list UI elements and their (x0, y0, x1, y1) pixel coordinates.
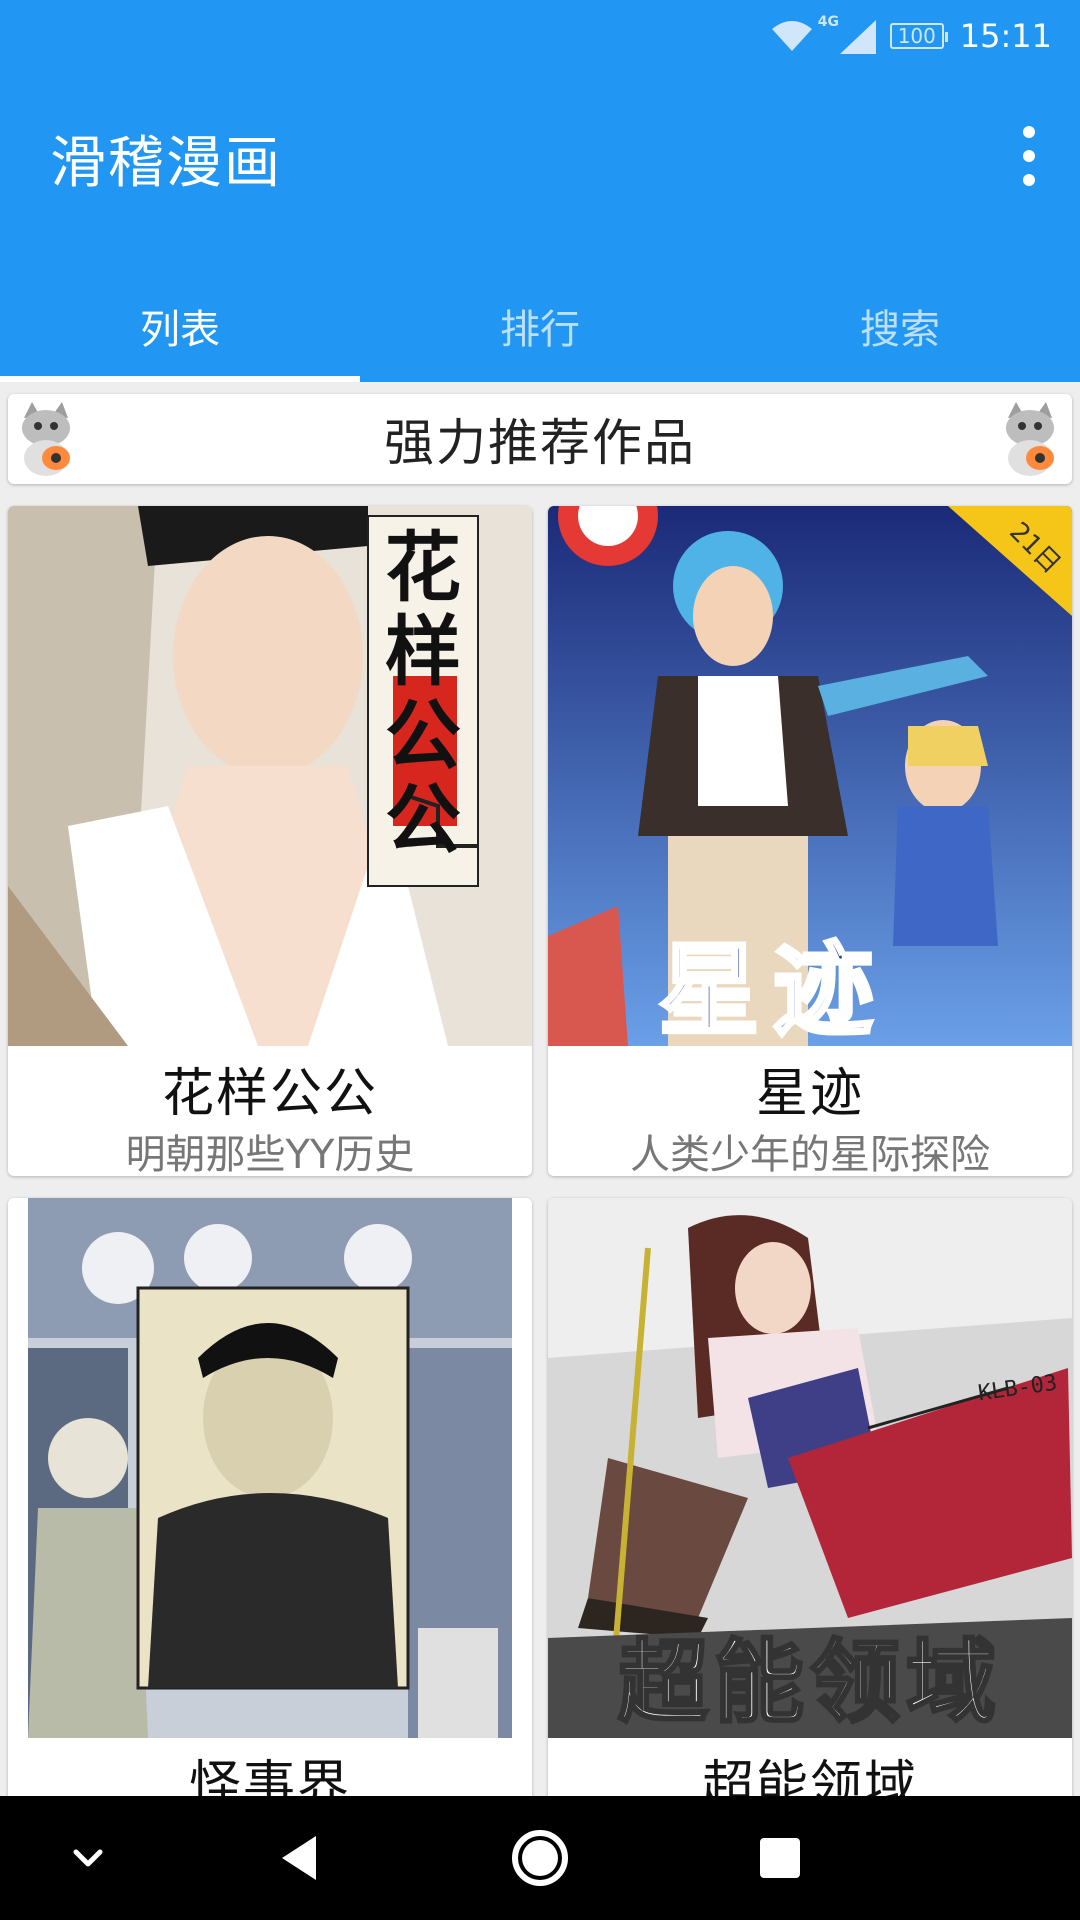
wifi-icon (771, 21, 812, 51)
tab-search[interactable]: 搜索 (720, 270, 1080, 382)
cat-mascot-icon (22, 402, 70, 476)
recents-square-icon[interactable] (750, 1828, 810, 1888)
comic-subtitle: 人类少年的星际探险 (630, 1132, 990, 1176)
comic-cover-image[interactable] (8, 1198, 532, 1738)
comic-card[interactable]: 花样公公 花样公公 明朝那些YY历史 (8, 506, 532, 1176)
cover-title-art: 超能领域 (617, 1629, 1002, 1737)
tab-list[interactable]: 列表 (0, 270, 360, 382)
cover-title-art: 花样公公 (385, 523, 461, 864)
comic-subtitle: 明朝那些YY历史 (125, 1132, 415, 1176)
comic-cover-image[interactable]: 星迹 21日 (548, 506, 1072, 1049)
recommend-banner: 强力推荐作品 (8, 394, 1072, 484)
battery-level: 100 (897, 24, 936, 48)
tab-ranking[interactable]: 排行 (360, 270, 720, 382)
comic-title: 花样公公 (161, 1064, 378, 1124)
comic-card[interactable]: KLB-03 超能领域 超能领域 (548, 1198, 1072, 1796)
comic-card[interactable]: 星迹 21日 星迹 人类少年的星际探险 (548, 506, 1072, 1176)
home-circle-icon[interactable] (510, 1828, 570, 1888)
screen: 4G 100 15:11 滑稽漫画 列表 排行 搜索 强力推荐作品 花样公公 花… (0, 0, 1080, 1920)
comic-card[interactable]: 怪事界 (8, 1198, 532, 1796)
navigation-bar (0, 1796, 1080, 1920)
comic-title: 超能领域 (701, 1756, 918, 1796)
chevron-down-icon[interactable] (58, 1828, 118, 1888)
app-bar: 4G 100 15:11 滑稽漫画 列表 排行 搜索 (0, 0, 1080, 382)
status-bar: 4G 100 15:11 (0, 0, 1080, 72)
cat-mascot-icon (1006, 402, 1054, 476)
battery-icon: 100 (889, 23, 948, 49)
cover-title-art: 星迹 (657, 932, 887, 1049)
comic-title: 星迹 (755, 1064, 864, 1124)
banner-title: 强力推荐作品 (384, 414, 696, 472)
comic-title: 怪事界 (188, 1756, 351, 1796)
tab-bar: 列表 排行 搜索 (0, 270, 1080, 382)
app-title: 滑稽漫画 (50, 131, 282, 196)
status-time: 15:11 (959, 17, 1052, 55)
comic-cover-image[interactable]: KLB-03 超能领域 (548, 1198, 1072, 1738)
more-vert-icon[interactable] (1012, 126, 1046, 186)
comic-list[interactable]: 强力推荐作品 花样公公 花样公公 明朝那些YY历史 星迹 21日 星迹 人类少年… (0, 382, 1080, 1796)
signal-icon: 4G (818, 14, 880, 56)
comic-cover-image[interactable]: 花样公公 (8, 506, 532, 1046)
back-triangle-icon[interactable] (270, 1828, 330, 1888)
